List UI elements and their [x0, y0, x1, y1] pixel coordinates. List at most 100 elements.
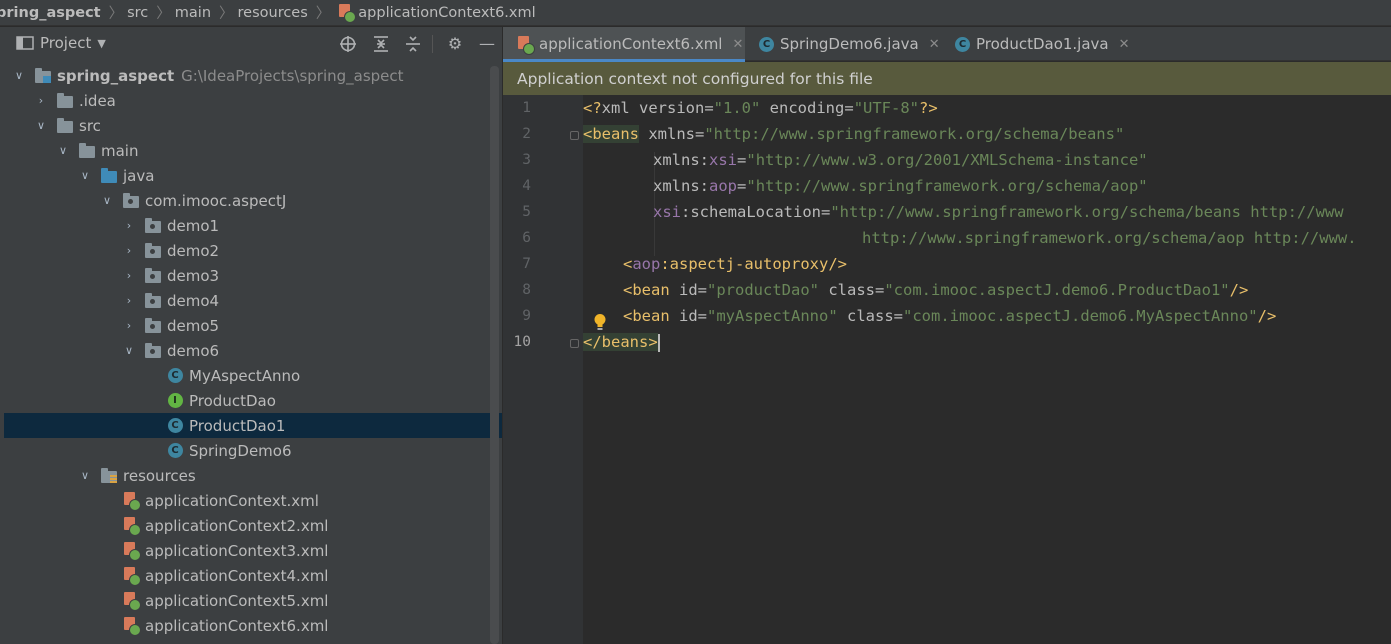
project-view-selector[interactable]: Project ▼ — [16, 34, 106, 52]
tree-item-label: demo3 — [167, 266, 220, 285]
tree-item-demo5[interactable]: › demo5 — [4, 313, 502, 338]
code-line-10: </beans> — [583, 333, 660, 352]
tree-item-demo6[interactable]: ∨ demo6 — [4, 338, 502, 363]
class-icon: C — [166, 443, 184, 459]
breadcrumb-main[interactable]: main — [175, 5, 211, 21]
tree-item-myaspectanno[interactable]: C MyAspectAnno — [4, 363, 502, 388]
editor-area: applicationContext6.xml ✕ C SpringDemo6.… — [503, 27, 1391, 644]
package-icon — [144, 342, 162, 359]
chevron-right-icon[interactable]: › — [122, 269, 136, 283]
tree-item-xml[interactable]: applicationContext2.xml — [4, 513, 502, 538]
tree-item-label: applicationContext4.xml — [145, 566, 329, 585]
tab-applicationcontext6[interactable]: applicationContext6.xml ✕ — [503, 27, 745, 62]
close-icon[interactable]: ✕ — [1119, 37, 1130, 52]
spring-xml-icon — [122, 492, 141, 511]
breadcrumb-resources[interactable]: resources — [238, 5, 308, 21]
tree-item-label: ProductDao1 — [189, 416, 286, 435]
fold-marker-icon[interactable] — [570, 339, 579, 348]
tree-item-java[interactable]: ∨ java — [4, 163, 502, 188]
module-folder-icon — [34, 67, 52, 84]
tree-item-label: main — [101, 141, 139, 160]
chevron-right-icon: 〉 — [219, 6, 234, 22]
tree-item-src[interactable]: ∨ src — [4, 113, 502, 138]
tree-item-resources[interactable]: ∨ resources — [4, 463, 502, 488]
class-icon: C — [166, 368, 184, 384]
chevron-right-icon[interactable]: › — [122, 294, 136, 308]
tree-item-label: applicationContext6.xml — [145, 616, 329, 635]
class-icon: C — [166, 418, 184, 434]
package-icon — [144, 217, 162, 234]
breadcrumb-file[interactable]: applicationContext6.xml — [338, 4, 536, 23]
tree-item-xml[interactable]: applicationContext4.xml — [4, 563, 502, 588]
chevron-down-icon: ▼ — [97, 36, 106, 50]
tab-springdemo6[interactable]: C SpringDemo6.java ✕ — [759, 27, 940, 61]
tree-item-label: applicationContext2.xml — [145, 516, 329, 535]
chevron-right-icon[interactable]: › — [122, 219, 136, 233]
gear-icon[interactable]: ⚙ — [446, 35, 464, 53]
breadcrumb-src[interactable]: src — [127, 5, 148, 21]
tree-item-label: java — [123, 166, 155, 185]
line-number: 2 — [522, 126, 531, 142]
package-icon — [144, 242, 162, 259]
tree-item-path: G:\IdeaProjects\spring_aspect — [181, 66, 404, 85]
close-icon[interactable]: ✕ — [929, 37, 940, 52]
line-number: 5 — [522, 204, 531, 220]
class-icon: C — [759, 36, 774, 52]
tree-item-xml[interactable]: applicationContext5.xml — [4, 588, 502, 613]
editor-tabs: applicationContext6.xml ✕ C SpringDemo6.… — [503, 27, 1391, 62]
tab-productdao1[interactable]: C ProductDao1.java ✕ — [955, 27, 1130, 61]
collapse-all-icon[interactable] — [404, 35, 422, 53]
fold-marker-icon[interactable] — [570, 131, 579, 140]
resources-folder-icon — [100, 467, 118, 484]
tree-item-label: .idea — [79, 91, 116, 110]
tree-item-label: demo6 — [167, 341, 220, 360]
tree-item-springdemo6[interactable]: C SpringDemo6 — [4, 438, 502, 463]
breadcrumb-project[interactable]: pring_aspect — [0, 5, 101, 21]
tree-item-xml[interactable]: applicationContext3.xml — [4, 538, 502, 563]
code-line-6: http://www.springframework.org/schema/ao… — [862, 229, 1357, 247]
interface-icon: I — [166, 393, 184, 409]
code-line-3: xmlns:xsi="http://www.w3.org/2001/XMLSch… — [653, 151, 1148, 169]
chevron-down-icon[interactable]: ∨ — [78, 469, 92, 483]
tab-label: applicationContext6.xml — [539, 35, 723, 53]
tree-item-demo3[interactable]: › demo3 — [4, 263, 502, 288]
tree-item-demo1[interactable]: › demo1 — [4, 213, 502, 238]
chevron-right-icon[interactable]: › — [122, 244, 136, 258]
tree-item-package-root[interactable]: ∨ com.imooc.aspectJ — [4, 188, 502, 213]
tree-item-demo2[interactable]: › demo2 — [4, 238, 502, 263]
project-panel-scrollbar[interactable] — [490, 66, 499, 644]
tree-item-label: demo1 — [167, 216, 220, 235]
tree-item-spring-aspect[interactable]: ∨ spring_aspect G:\IdeaProjects\spring_a… — [4, 63, 502, 88]
code-line-7: <aop:aspectj-autoproxy/> — [623, 255, 847, 273]
spring-xml-icon — [338, 4, 357, 23]
tree-item-xml[interactable]: applicationContext6.xml — [4, 613, 502, 638]
chevron-down-icon[interactable]: ∨ — [12, 69, 26, 83]
chevron-down-icon[interactable]: ∨ — [100, 194, 114, 208]
tree-item-label: ProductDao — [189, 391, 276, 410]
chevron-down-icon[interactable]: ∨ — [34, 119, 48, 133]
close-icon[interactable]: ✕ — [732, 37, 743, 52]
locate-icon[interactable] — [339, 35, 357, 53]
minimize-icon[interactable]: — — [478, 35, 496, 53]
editor-gutter: 1 2 3 4 5 6 7 8 9 10 — [503, 95, 606, 644]
tree-item-demo4[interactable]: › demo4 — [4, 288, 502, 313]
tree-item-productdao[interactable]: I ProductDao — [4, 388, 502, 413]
code-line-2: <beans xmlns="http://www.springframework… — [583, 125, 1125, 143]
chevron-down-icon[interactable]: ∨ — [56, 144, 70, 158]
tree-item-xml[interactable]: applicationContext.xml — [4, 488, 502, 513]
tree-item-productdao1[interactable]: C ProductDao1 — [4, 413, 502, 438]
project-panel-header: Project ▼ ⚙ — — [0, 27, 502, 61]
chevron-down-icon[interactable]: ∨ — [78, 169, 92, 183]
code-editor[interactable]: <?xml version="1.0" encoding="UTF-8"?> <… — [583, 95, 1391, 644]
code-line-4: xmlns:aop="http://www.springframework.or… — [653, 177, 1148, 195]
tree-item-idea[interactable]: › .idea — [4, 88, 502, 113]
expand-all-icon[interactable] — [372, 35, 390, 53]
line-number: 3 — [522, 152, 531, 168]
line-number: 6 — [522, 230, 531, 246]
chevron-down-icon[interactable]: ∨ — [122, 344, 136, 358]
tree-item-label: demo4 — [167, 291, 220, 310]
tree-item-main[interactable]: ∨ main — [4, 138, 502, 163]
chevron-right-icon[interactable]: › — [34, 94, 48, 108]
chevron-right-icon[interactable]: › — [122, 319, 136, 333]
text-caret — [657, 333, 660, 352]
